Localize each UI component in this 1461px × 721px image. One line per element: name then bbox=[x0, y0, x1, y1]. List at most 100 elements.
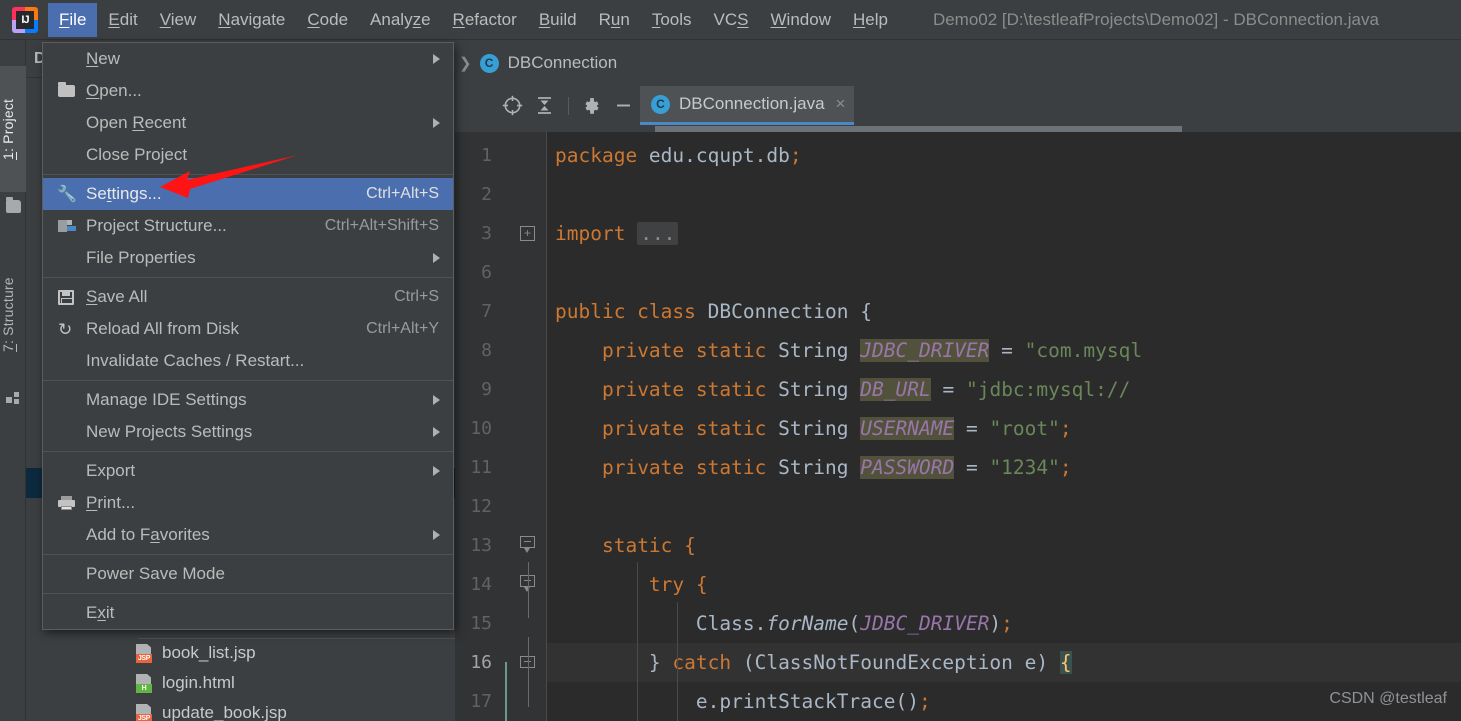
html-file-icon: H bbox=[136, 673, 153, 693]
menu-build[interactable]: Build bbox=[528, 3, 588, 37]
fold-marker-static[interactable] bbox=[502, 526, 546, 565]
line-number-gutter: 1 2 3 6 7 8 9 10 11 12 13 14 15 16 17 bbox=[455, 132, 502, 721]
static-block: static { bbox=[601, 534, 696, 557]
menu-file[interactable]: File bbox=[48, 2, 98, 37]
menu-item-label: New Projects Settings bbox=[86, 422, 253, 441]
submenu-arrow-icon bbox=[433, 54, 440, 64]
fold-collapse-icon[interactable] bbox=[520, 536, 535, 555]
blank-icon bbox=[57, 48, 81, 70]
fold-range-line bbox=[528, 637, 529, 707]
menu-item-print[interactable]: Print... bbox=[43, 487, 453, 519]
try-block: try { bbox=[648, 573, 708, 596]
menu-vcs[interactable]: VCS bbox=[703, 3, 760, 37]
submenu-arrow-icon bbox=[433, 118, 440, 128]
menu-item-add-to-favorites[interactable]: Add to Favorites bbox=[43, 519, 453, 551]
list-item-label: update_book.jsp bbox=[162, 703, 287, 721]
editor-tab-dbconnection[interactable]: C DBConnection.java × bbox=[640, 86, 855, 125]
project-folder-icon bbox=[6, 197, 21, 213]
submenu-arrow-icon bbox=[433, 530, 440, 540]
watermark: CSDN @testleaf bbox=[1329, 690, 1447, 707]
menu-item-label: Open... bbox=[86, 81, 142, 100]
arg-jdbc-driver: JDBC_DRIVER bbox=[860, 612, 990, 635]
close-icon[interactable]: × bbox=[836, 94, 846, 114]
menu-item-label: Settings... bbox=[86, 184, 162, 203]
code-line-11: private static String PASSWORD = "1234"; bbox=[601, 456, 1072, 479]
intellij-window: IJ File Edit View Navigate Code Analyze … bbox=[0, 0, 1461, 721]
line-number: 2 bbox=[481, 184, 492, 205]
menu-window[interactable]: Window bbox=[760, 3, 842, 37]
folded-imports[interactable]: ... bbox=[637, 222, 679, 245]
package-name: edu.cqupt.db bbox=[637, 144, 790, 167]
menu-help[interactable]: Help bbox=[842, 3, 899, 37]
blank-icon bbox=[57, 421, 81, 443]
blank-icon bbox=[57, 563, 81, 585]
code-text-area[interactable]: package edu.cqupt.db; import ... public … bbox=[547, 132, 1461, 721]
jsp-file-icon: JSP bbox=[136, 643, 153, 663]
menu-navigate[interactable]: Navigate bbox=[207, 3, 296, 37]
breadcrumb: ❯ C DBConnection bbox=[455, 40, 1461, 86]
code-editor[interactable]: 1 2 3 6 7 8 9 10 11 12 13 14 15 16 17 + … bbox=[455, 132, 1461, 721]
menu-view[interactable]: View bbox=[149, 3, 208, 37]
editor-tab-label: DBConnection.java bbox=[679, 94, 825, 113]
menu-item-new-projects-settings[interactable]: New Projects Settings bbox=[43, 416, 453, 448]
collapse-all-icon[interactable] bbox=[529, 91, 559, 121]
blank-icon bbox=[57, 144, 81, 166]
menu-item-power-save-mode[interactable]: Power Save Mode bbox=[43, 558, 453, 590]
fold-gutter[interactable]: + bbox=[502, 132, 547, 721]
menu-refactor[interactable]: Refactor bbox=[442, 3, 528, 37]
java-class-icon: C bbox=[479, 53, 499, 73]
fold-marker-import[interactable]: + bbox=[502, 214, 546, 253]
project-structure-icon bbox=[57, 215, 81, 237]
menu-item-export[interactable]: Export bbox=[43, 455, 453, 487]
submenu-arrow-icon bbox=[433, 395, 440, 405]
menu-item-label: Close Project bbox=[86, 145, 188, 164]
fold-marker-try[interactable] bbox=[502, 565, 546, 604]
menu-item-shortcut: Ctrl+Alt+Shift+S bbox=[324, 217, 439, 234]
menu-tools[interactable]: Tools bbox=[641, 3, 703, 37]
menu-item-label: New bbox=[86, 49, 121, 68]
menu-run[interactable]: Run bbox=[588, 3, 641, 37]
menu-item-open-recent[interactable]: Open Recent bbox=[43, 107, 453, 139]
menu-item-file-properties[interactable]: File Properties bbox=[43, 242, 453, 274]
menu-separator bbox=[43, 593, 453, 594]
menu-item-label: Manage IDE Settings bbox=[86, 390, 247, 409]
indent-guide bbox=[637, 562, 638, 721]
menu-item-close-project[interactable]: Close Project bbox=[43, 139, 453, 171]
menu-item-exit[interactable]: Exit bbox=[43, 597, 453, 629]
menu-item-manage-ide-settings[interactable]: Manage IDE Settings bbox=[43, 384, 453, 416]
menu-code[interactable]: Code bbox=[296, 3, 359, 37]
menu-item-shortcut: Ctrl+S bbox=[394, 288, 439, 305]
keyword-catch: catch bbox=[672, 651, 732, 674]
menu-item-save-all[interactable]: Save All Ctrl+S bbox=[43, 281, 453, 313]
menu-item-invalidate-caches[interactable]: Invalidate Caches / Restart... bbox=[43, 345, 453, 377]
keyword-private-static: private static bbox=[601, 378, 767, 401]
value-password: "1234" bbox=[989, 456, 1060, 479]
menu-item-open[interactable]: Open... bbox=[43, 75, 453, 107]
printstacktrace-call: e.printStackTrace() bbox=[695, 690, 919, 713]
minimize-icon[interactable] bbox=[608, 91, 638, 121]
class-declaration: DBConnection { bbox=[695, 300, 872, 323]
menu-item-project-structure[interactable]: Project Structure... Ctrl+Alt+Shift+S bbox=[43, 210, 453, 242]
blank-icon bbox=[57, 389, 81, 411]
menu-item-settings[interactable]: 🔧 Settings... Ctrl+Alt+S bbox=[43, 178, 453, 210]
submenu-arrow-icon bbox=[433, 253, 440, 263]
fold-marker-catch[interactable] bbox=[502, 643, 546, 682]
menu-item-shortcut: Ctrl+Alt+Y bbox=[366, 320, 439, 337]
save-icon bbox=[57, 286, 81, 308]
fold-plus-icon[interactable]: + bbox=[520, 226, 535, 241]
tool-window-toolbar bbox=[455, 86, 640, 125]
menu-analyze[interactable]: Analyze bbox=[359, 3, 442, 37]
menu-item-label: Print... bbox=[86, 493, 136, 512]
gear-icon[interactable] bbox=[576, 91, 606, 121]
sidebar-item-project[interactable]: 1: Project bbox=[0, 66, 26, 192]
line-number: 13 bbox=[470, 535, 492, 556]
menu-item-reload-all[interactable]: ↻ Reload All from Disk Ctrl+Alt+Y bbox=[43, 313, 453, 345]
sidebar-item-structure[interactable]: 7: Structure bbox=[0, 245, 26, 385]
editor-horizontal-scrollbar[interactable] bbox=[655, 125, 1461, 132]
menu-edit[interactable]: Edit bbox=[97, 3, 148, 37]
menu-item-new[interactable]: New bbox=[43, 43, 453, 75]
crosshair-icon[interactable] bbox=[497, 91, 527, 121]
line-number: 17 bbox=[470, 691, 492, 712]
